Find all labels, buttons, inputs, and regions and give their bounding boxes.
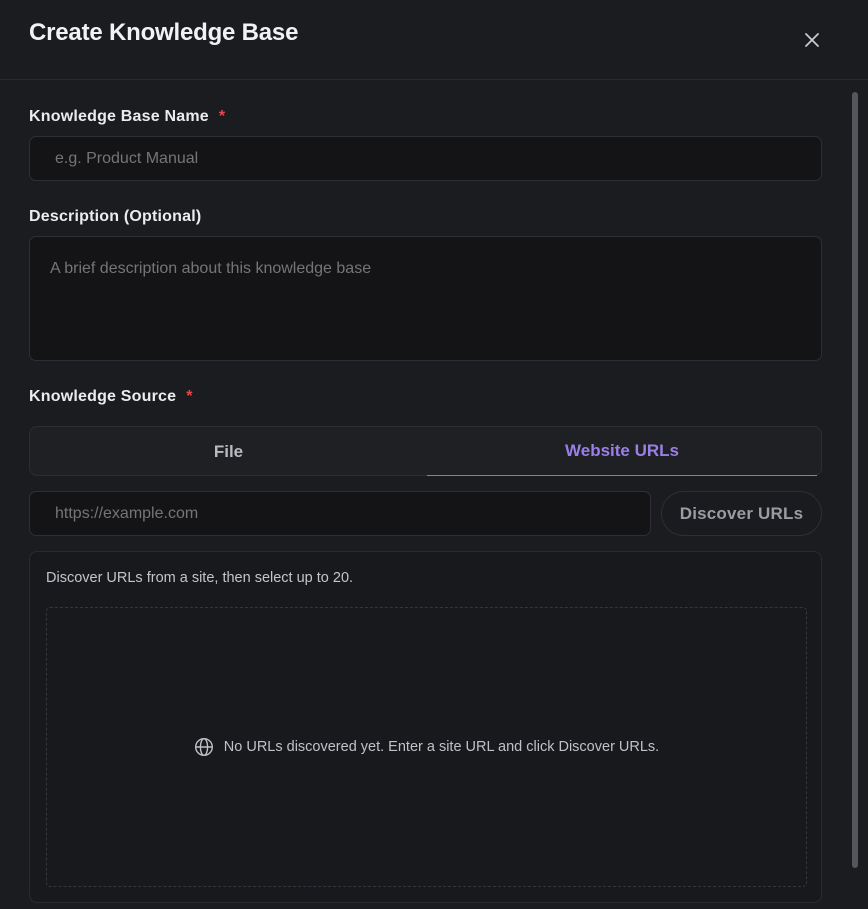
dialog-title: Create Knowledge Base: [29, 19, 299, 46]
name-label: Knowledge Base Name *: [29, 108, 225, 126]
name-label-text: Knowledge Base Name: [29, 108, 209, 125]
source-label-text: Knowledge Source: [29, 388, 177, 405]
name-required-mark: *: [218, 108, 226, 125]
globe-icon: [194, 737, 213, 757]
description-label: Description (Optional): [29, 208, 202, 225]
source-tabs: File Website URLs: [29, 426, 822, 476]
scrollbar-thumb[interactable]: [852, 92, 858, 868]
source-required-mark: *: [186, 388, 193, 405]
tab-file[interactable]: File: [30, 427, 427, 477]
description-textarea[interactable]: [29, 236, 822, 361]
tab-website-urls[interactable]: Website URLs: [427, 427, 817, 476]
empty-message: No URLs discovered yet. Enter a site URL…: [223, 739, 660, 755]
discovered-urls-list: No URLs discovered yet. Enter a site URL…: [46, 607, 807, 887]
dialog-header: Create Knowledge Base: [0, 0, 868, 80]
empty-state: No URLs discovered yet. Enter a site URL…: [194, 737, 659, 757]
discover-urls-button[interactable]: Discover URLs: [661, 491, 822, 536]
discovery-hint: Discover URLs from a site, then select u…: [46, 570, 354, 586]
discovery-panel: Discover URLs from a site, then select u…: [29, 551, 822, 903]
close-button[interactable]: [798, 26, 826, 54]
source-label: Knowledge Source *: [29, 388, 193, 406]
create-knowledge-base-dialog: Create Knowledge Base Knowledge Base Nam…: [0, 0, 868, 909]
dialog-body[interactable]: Knowledge Base Name * Description (Option…: [0, 81, 868, 909]
close-icon: [805, 33, 819, 47]
url-input[interactable]: [29, 491, 651, 536]
name-input[interactable]: [29, 136, 822, 181]
